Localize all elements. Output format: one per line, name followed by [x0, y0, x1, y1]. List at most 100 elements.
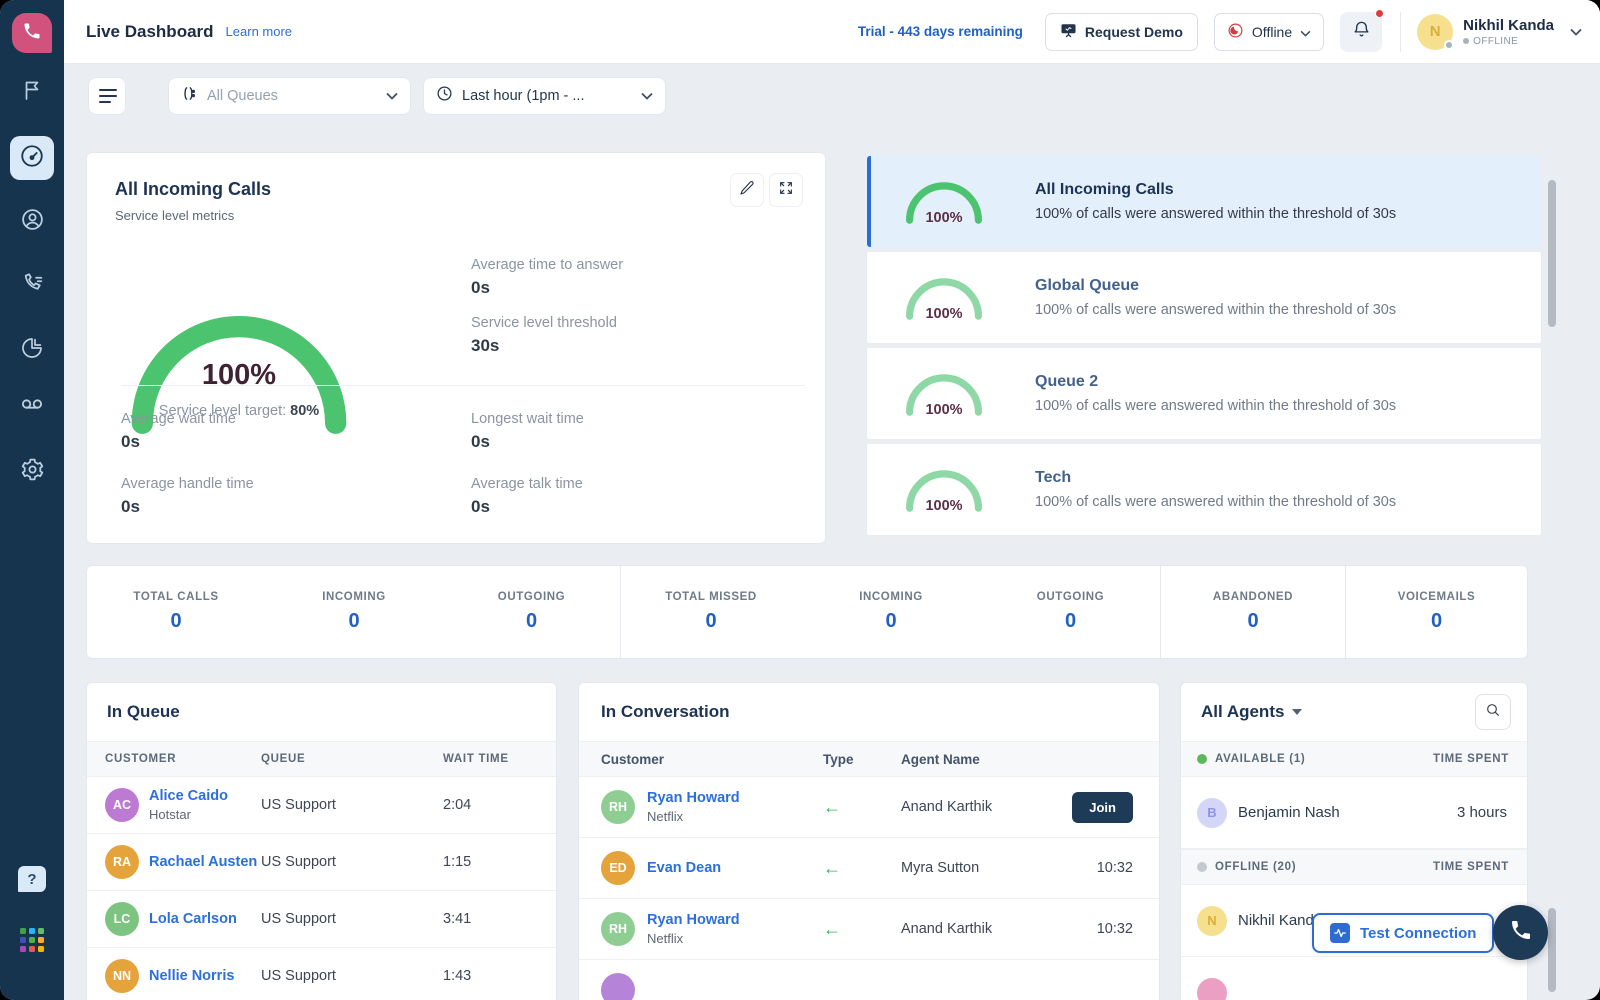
notifications-button[interactable] — [1340, 12, 1382, 52]
queue-desc: 100% of calls were answered within the t… — [1035, 206, 1396, 222]
sidebar-item-settings[interactable] — [10, 450, 54, 494]
agent-name: Benjamin Nash — [1238, 804, 1457, 821]
queues-filter-dropdown[interactable]: All Queues — [168, 77, 411, 115]
queue-list-item[interactable]: 100% Tech 100% of calls were answered wi… — [866, 443, 1542, 536]
incoming-arrow-icon: ← — [811, 919, 901, 940]
test-connection-button[interactable]: Test Connection — [1312, 913, 1494, 953]
avatar — [1197, 978, 1227, 1000]
app-switcher-button[interactable] — [20, 928, 46, 952]
app-logo[interactable] — [12, 13, 52, 53]
service-level-card: All Incoming Calls Service level metrics… — [86, 152, 826, 544]
customer-link[interactable]: Evan Dean — [647, 860, 721, 876]
queue-cell: US Support — [261, 797, 421, 813]
scrollbar[interactable] — [1548, 180, 1556, 327]
customer-link[interactable]: Ryan Howard — [647, 790, 740, 806]
wait-time-cell: 3:41 — [421, 911, 556, 927]
sidebar-item-dashboard[interactable] — [10, 136, 54, 180]
grid-dot — [38, 928, 44, 934]
stat-abandoned: ABANDONED0 — [1161, 566, 1345, 658]
edit-widget-button[interactable] — [730, 173, 764, 207]
stat-missed-incoming: INCOMING0 — [801, 566, 981, 658]
grid-dot — [29, 928, 35, 934]
customer-link[interactable]: Nellie Norris — [149, 968, 234, 984]
sidebar-item-contacts[interactable] — [10, 200, 54, 244]
queue-desc: 100% of calls were answered within the t… — [1035, 302, 1396, 318]
time-range-dropdown[interactable]: Last hour (1pm - ... — [423, 77, 666, 115]
divider — [1400, 12, 1401, 52]
sidebar-item-onboarding[interactable] — [10, 70, 54, 114]
pulse-icon — [1330, 923, 1350, 943]
in-conversation-row — [579, 960, 1159, 1000]
presence-dropdown[interactable]: Offline — [1214, 13, 1324, 51]
agent-name-cell: Myra Sutton — [901, 860, 1049, 876]
grid-dot — [29, 937, 35, 943]
column-header: QUEUE — [261, 753, 421, 765]
agent-search-button[interactable] — [1475, 694, 1511, 730]
grid-dot — [20, 928, 26, 934]
wait-time-cell: 2:04 — [421, 797, 556, 813]
customer-company: Hotstar — [149, 807, 228, 822]
dialer-button[interactable] — [1493, 905, 1548, 960]
customer-link[interactable]: Lola Carlson — [149, 911, 237, 927]
agent-name-cell: Anand Karthik — [901, 799, 1049, 815]
call-metrics-icon — [20, 271, 45, 301]
chevron-down-icon — [641, 87, 653, 105]
sidebar-item-reports[interactable] — [10, 328, 54, 372]
queue-list-item[interactable]: 100% Global Queue 100% of calls were ans… — [866, 251, 1542, 344]
metric-avg-time-to-answer: Average time to answer 0s — [471, 257, 623, 298]
queue-list-item[interactable]: 100% All Incoming Calls 100% of calls we… — [866, 155, 1542, 248]
agents-filter-dropdown[interactable]: All Agents — [1201, 702, 1302, 722]
column-header: WAIT TIME — [421, 753, 556, 765]
agent-time-spent: 3 hours — [1457, 804, 1507, 821]
customer-link[interactable]: Rachael Austen — [149, 854, 257, 870]
metric-longest-wait-time: Longest wait time 0s — [471, 411, 781, 452]
trial-banner: Trial - 443 days remaining — [858, 24, 1023, 39]
customer-link[interactable]: Ryan Howard — [647, 912, 740, 928]
metric-avg-handle-time: Average handle time 0s — [121, 476, 471, 517]
customer-link[interactable]: Alice Caido — [149, 788, 228, 804]
column-header: Customer — [601, 752, 811, 767]
column-header: Agent Name — [901, 752, 1159, 767]
user-menu[interactable]: N Nikhil Kanda OFFLINE — [1417, 14, 1582, 50]
stat-voicemails: VOICEMAILS0 — [1346, 566, 1527, 658]
queue-name: Tech — [1035, 469, 1396, 487]
sidebar-item-voicemail[interactable] — [10, 384, 54, 428]
learn-more-link[interactable]: Learn more — [226, 24, 292, 39]
wait-time-cell: 1:15 — [421, 854, 556, 870]
avatar — [601, 973, 635, 1000]
queue-list-item[interactable]: 100% Queue 2 100% of calls were answered… — [866, 347, 1542, 440]
queue-name: Queue 2 — [1035, 373, 1396, 391]
scrollbar[interactable] — [1548, 908, 1556, 992]
available-status-dot — [1197, 754, 1207, 764]
bell-icon — [1352, 20, 1371, 44]
chevron-down-icon — [1570, 23, 1582, 41]
phone-logo-icon — [22, 21, 42, 46]
user-name: Nikhil Kanda — [1463, 17, 1554, 34]
app-window: ? Live Dashboard Learn more Trial - 443 … — [0, 0, 1600, 1000]
in-queue-row: LC Lola Carlson US Support 3:41 — [87, 891, 556, 948]
join-call-button[interactable]: Join — [1072, 792, 1133, 823]
stat-outgoing: OUTGOING0 — [443, 566, 620, 658]
dashboard-menu-button[interactable] — [88, 77, 126, 115]
chevron-down-icon — [386, 87, 398, 105]
topbar: Live Dashboard Learn more Trial - 443 da… — [64, 0, 1600, 64]
queue-gauge: 100% — [901, 370, 987, 418]
flag-icon — [20, 78, 44, 107]
request-demo-button[interactable]: Request Demo — [1045, 13, 1198, 51]
question-mark-icon: ? — [27, 871, 36, 888]
expand-widget-button[interactable] — [769, 173, 803, 207]
grid-dot — [38, 946, 44, 952]
offline-moon-icon — [1227, 22, 1244, 42]
queue-desc: 100% of calls were answered within the t… — [1035, 494, 1396, 510]
incoming-arrow-icon: ← — [811, 858, 901, 879]
help-button[interactable]: ? — [18, 866, 46, 892]
in-queue-row: AC Alice Caido Hotstar US Support 2:04 — [87, 777, 556, 834]
in-conversation-row: ED Evan Dean ← Myra Sutton 10:32 — [579, 838, 1159, 899]
card-subtitle: Service level metrics — [115, 208, 797, 223]
offline-status-dot — [1197, 862, 1207, 872]
queue-name: All Incoming Calls — [1035, 181, 1396, 199]
customer-company: Netflix — [647, 809, 740, 824]
sidebar-item-calls[interactable] — [10, 264, 54, 308]
stat-incoming: INCOMING0 — [265, 566, 443, 658]
user-status: OFFLINE — [1463, 36, 1554, 47]
